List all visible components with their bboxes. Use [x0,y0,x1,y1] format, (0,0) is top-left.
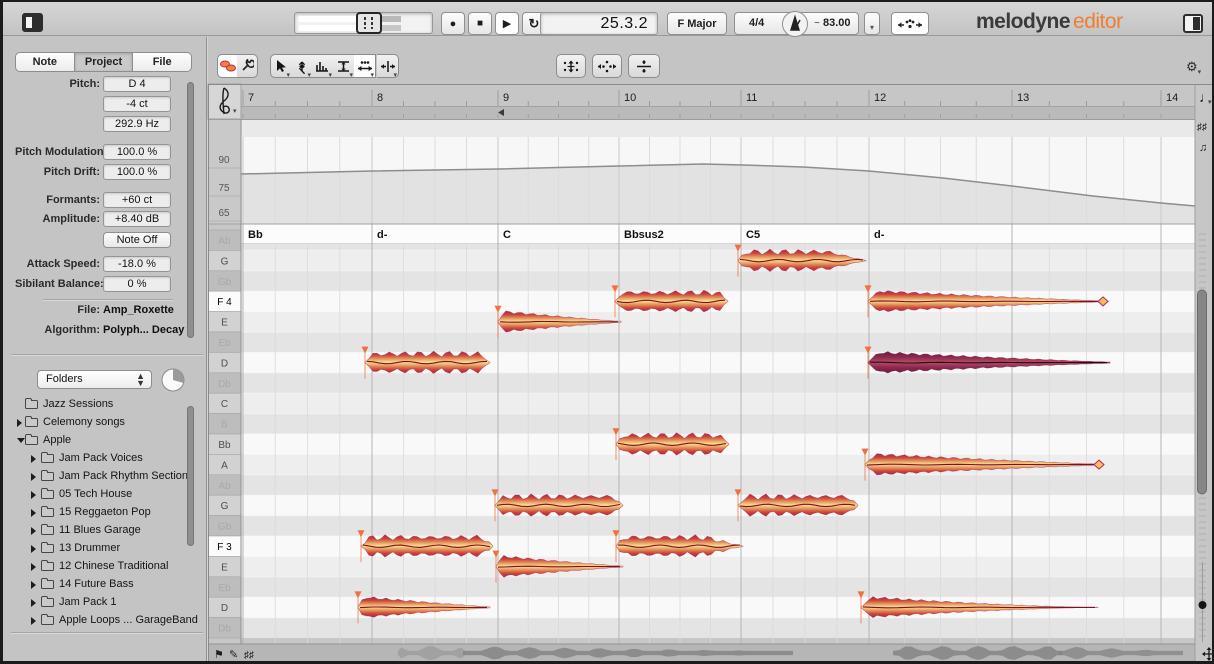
piano-key-label: Db [218,624,231,635]
chord-label[interactable]: d- [874,229,885,241]
grid-row [241,312,1195,332]
bar-number: 12 [874,92,886,104]
chord-track[interactable]: Bb d- C Bbsus2 C5 d- [208,225,1195,245]
piano-key-label: E [221,562,228,573]
bar-number: 8 [377,92,383,104]
grid-row [241,393,1195,413]
piano-key-label: Eb [218,583,231,594]
piano-key-label: C [221,399,228,410]
chord-label[interactable]: C [503,229,511,241]
piano-key-label: Db [218,379,231,390]
bottom-strip: ⚑ ✎ ♯♯ [208,644,1195,662]
chord-label[interactable]: d- [377,229,388,241]
bar-number: 7 [248,92,254,104]
tempo-scale-label: 90 [218,155,230,166]
piano-key-label: G [221,501,229,512]
grid-row [241,495,1195,515]
locator-strip[interactable] [208,107,1195,120]
scale-sharps-button[interactable]: ♯♯ [1197,122,1207,133]
bar-number: 11 [746,92,757,104]
grid-row [241,414,1195,434]
tempo-scale-label: 75 [218,183,230,194]
piano-key-label: E [221,318,228,329]
grid-row [241,577,1195,597]
grid-row [241,373,1195,393]
vertical-zoom-handle[interactable] [1199,601,1207,609]
piano-key-label: D [221,358,228,369]
grid-row [241,516,1195,536]
clef-scale-selector[interactable]: ▾ [208,84,241,119]
sharps-icon[interactable]: ♯♯ [244,650,254,661]
caret-down-icon: ▾ [233,108,237,115]
piano-key-label: Ab [218,481,231,492]
vertical-scrollbar-thumb[interactable] [1198,290,1207,494]
piano-key-label: G [221,256,229,267]
piano-key-label: B [221,420,228,431]
caret-down-icon: ▾ [1208,99,1212,106]
chord-display-button[interactable]: ♫ [1199,142,1207,154]
piano-key-label: F 3 [217,542,232,553]
grid-row [241,618,1195,638]
marker-flag-icon[interactable]: ⚑ [214,649,224,661]
tempo-scale-label: 65 [218,208,230,219]
bar-ruler[interactable]: 7 8 9 10 11 12 13 14 [208,84,1195,107]
chord-label[interactable]: Bb [248,229,263,241]
grid-row [241,475,1195,495]
pen-tool-icon[interactable]: ✎ [229,649,238,661]
piano-key-label: D [221,603,228,614]
piano-key-label: Gb [218,522,232,533]
melodyne-window: ● ■ ▶ ↻ 25.3.2 F Major 4/4 ~ 83.00 ▾ mel… [0,0,1214,664]
bar-number: 13 [1017,92,1029,104]
piano-keys[interactable]: Ab G Gb F 4 E Eb D Db CB Bb A Ab G Gb F 3 E Eb D Db [208,230,241,638]
piano-key-label: Eb [218,338,231,349]
bar-number: 14 [1166,92,1178,104]
piano-key-label: A [221,460,228,471]
piano-key-label: F 4 [217,297,232,308]
chord-label[interactable]: C5 [746,229,760,241]
piano-key-label: Gb [218,277,232,288]
grid-row [241,250,1195,270]
piano-key-label: Bb [218,440,231,451]
grid-row [241,556,1195,576]
grid-row [241,332,1195,352]
note-editor[interactable]: 7 8 9 10 11 12 13 14 ▾ 90 75 65 Bb d- C Bbsus2 C5 d- Ab G Gb… [3,2,1214,664]
bar-number: 9 [503,92,509,104]
grid-row [241,271,1195,291]
chord-label[interactable]: Bbsus2 [624,229,664,241]
bar-number: 10 [624,92,636,104]
piano-key-label: Ab [218,236,231,247]
right-strip: ♩▾♯♯♫ [1195,84,1214,662]
tempo-lane[interactable]: 90 75 65 [208,120,1195,224]
